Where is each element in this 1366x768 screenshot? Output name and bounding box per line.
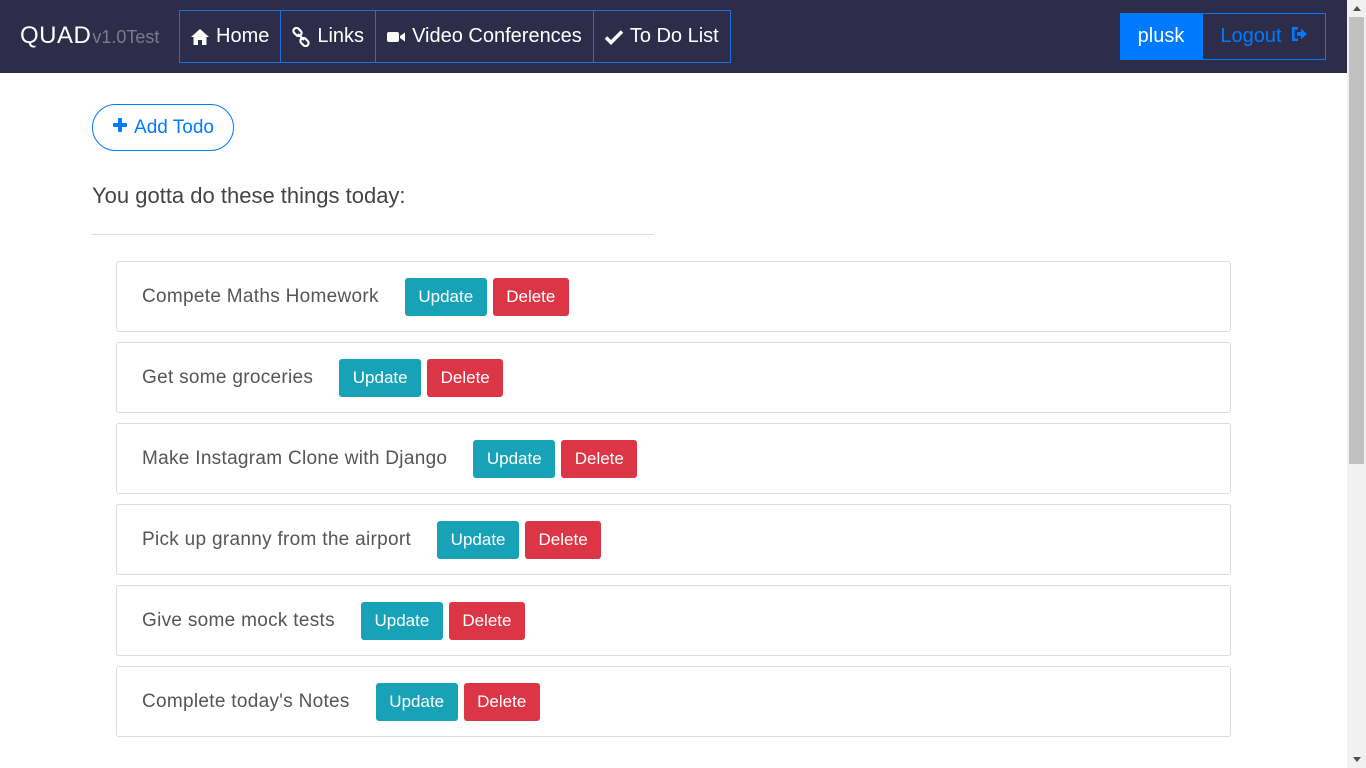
update-button[interactable]: Update [473, 439, 556, 478]
delete-button[interactable]: Delete [492, 277, 569, 316]
update-button[interactable]: Update [360, 601, 443, 640]
todo-item: Get some groceries Update Delete [116, 342, 1231, 413]
scroll-down-arrow[interactable] [1347, 751, 1366, 768]
video-icon [386, 27, 406, 47]
todo-text: Complete today's Notes [142, 690, 350, 712]
todo-item: Give some mock tests Update Delete [116, 585, 1231, 656]
add-todo-button[interactable]: Add Todo [92, 104, 234, 151]
sign-out-icon [1290, 25, 1308, 49]
todo-text: Get some groceries [142, 366, 314, 388]
nav-link-links[interactable]: Links [280, 10, 377, 63]
delete-button[interactable]: Delete [427, 358, 504, 397]
delete-button[interactable]: Delete [448, 601, 525, 640]
nav-link-home-label: Home [216, 25, 270, 47]
logout-label: Logout [1220, 25, 1282, 47]
todo-item: Make Instagram Clone with Django Update De… [116, 423, 1231, 494]
top-navbar: QUAD v1.0Test Home Links Video Conferenc… [0, 0, 1347, 73]
todo-item: Complete today's Notes Update Delete [116, 666, 1231, 737]
vertical-scrollbar[interactable] [1347, 0, 1366, 768]
brand-name[interactable]: QUAD [20, 22, 91, 50]
todo-heading: You gotta do these things today: [92, 183, 406, 208]
nav-links: Home Links Video Conferences To Do List [179, 10, 731, 63]
add-todo-label: Add Todo [134, 116, 214, 138]
heading-divider [91, 234, 654, 235]
logout-button[interactable]: Logout [1202, 13, 1326, 60]
nav-link-home[interactable]: Home [179, 10, 282, 63]
plus-icon [112, 117, 128, 139]
user-group: plusk Logout [1120, 13, 1326, 60]
brand[interactable]: QUAD v1.0Test [20, 22, 159, 52]
brand-version: v1.0Test [92, 27, 160, 47]
username-button[interactable]: plusk [1120, 13, 1202, 60]
todo-item: Pick up granny from the airport Update Del… [116, 504, 1231, 575]
delete-button[interactable]: Delete [525, 520, 602, 559]
delete-button[interactable]: Delete [463, 682, 540, 721]
nav-link-todo-list[interactable]: To Do List [592, 10, 731, 63]
scroll-thumb[interactable] [1349, 17, 1364, 464]
todo-text: Give some mock tests [142, 609, 335, 631]
update-button[interactable]: Update [437, 520, 520, 559]
todo-text: Compete Maths Homework [142, 285, 379, 307]
todo-text: Pick up granny from the airport [142, 528, 412, 550]
todo-item: Compete Maths Homework Update Delete [116, 261, 1231, 332]
delete-button[interactable]: Delete [561, 439, 638, 478]
link-icon [291, 26, 311, 47]
nav-link-links-label: Links [317, 25, 365, 47]
scroll-up-arrow[interactable] [1347, 0, 1366, 17]
update-button[interactable]: Update [375, 682, 458, 721]
todo-text: Make Instagram Clone with Django [142, 447, 448, 469]
nav-link-video-conferences[interactable]: Video Conferences [375, 10, 594, 63]
update-button[interactable]: Update [404, 277, 487, 316]
home-icon [190, 27, 210, 47]
check-icon [604, 27, 624, 47]
nav-link-video-conferences-label: Video Conferences [412, 25, 582, 47]
update-button[interactable]: Update [339, 358, 422, 397]
todo-list: Compete Maths Homework Update Delete Get so… [116, 261, 1231, 747]
nav-link-todo-list-label: To Do List [629, 25, 719, 47]
